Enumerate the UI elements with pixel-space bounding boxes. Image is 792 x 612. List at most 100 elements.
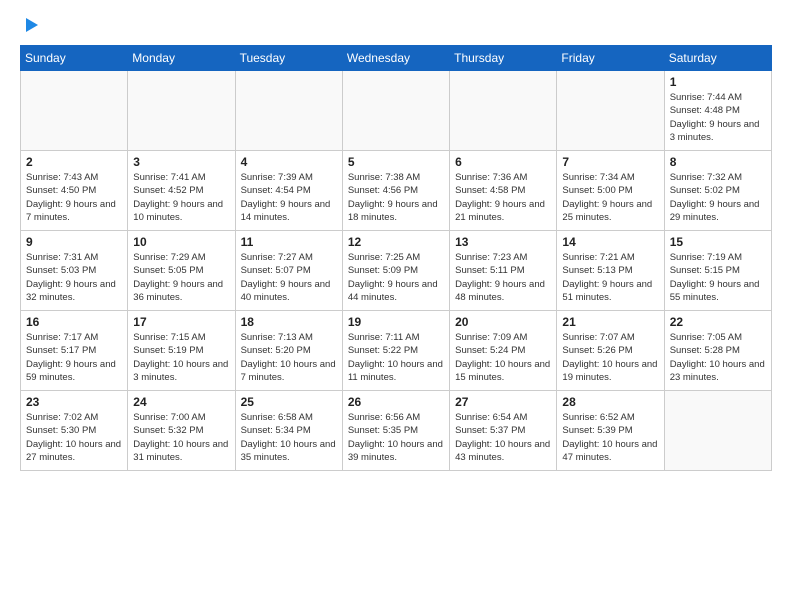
day-number: 2 [26,155,122,169]
calendar-week-row: 9 Sunrise: 7:31 AM Sunset: 5:03 PM Daylig… [21,231,772,311]
day-info: Sunrise: 7:44 AM Sunset: 4:48 PM Dayligh… [670,91,766,144]
calendar-cell: 19 Sunrise: 7:11 AM Sunset: 5:22 PM Dayli… [342,311,449,391]
calendar-week-row: 2 Sunrise: 7:43 AM Sunset: 4:50 PM Daylig… [21,151,772,231]
calendar-header-friday: Friday [557,46,664,71]
day-number: 25 [241,395,337,409]
calendar-cell: 6 Sunrise: 7:36 AM Sunset: 4:58 PM Daylig… [450,151,557,231]
day-info: Sunrise: 7:39 AM Sunset: 4:54 PM Dayligh… [241,171,337,224]
day-number: 7 [562,155,658,169]
header [20,16,772,35]
day-info: Sunrise: 7:29 AM Sunset: 5:05 PM Dayligh… [133,251,229,304]
calendar-cell: 1Sunrise: 7:44 AM Sunset: 4:48 PM Daylig… [664,71,771,151]
day-number: 6 [455,155,551,169]
day-info: Sunrise: 7:11 AM Sunset: 5:22 PM Dayligh… [348,331,444,384]
calendar-cell: 8 Sunrise: 7:32 AM Sunset: 5:02 PM Daylig… [664,151,771,231]
day-number: 27 [455,395,551,409]
calendar-week-row: 1Sunrise: 7:44 AM Sunset: 4:48 PM Daylig… [21,71,772,151]
day-number: 12 [348,235,444,249]
calendar-header-saturday: Saturday [664,46,771,71]
day-info: Sunrise: 7:07 AM Sunset: 5:26 PM Dayligh… [562,331,658,384]
logo [20,16,40,35]
day-info: Sunrise: 7:34 AM Sunset: 5:00 PM Dayligh… [562,171,658,224]
day-info: Sunrise: 7:02 AM Sunset: 5:30 PM Dayligh… [26,411,122,464]
calendar-cell: 24Sunrise: 7:00 AM Sunset: 5:32 PM Dayli… [128,391,235,471]
calendar-cell [21,71,128,151]
day-info: Sunrise: 7:38 AM Sunset: 4:56 PM Dayligh… [348,171,444,224]
day-info: Sunrise: 7:05 AM Sunset: 5:28 PM Dayligh… [670,331,766,384]
day-info: Sunrise: 7:17 AM Sunset: 5:17 PM Dayligh… [26,331,122,384]
calendar-cell: 17 Sunrise: 7:15 AM Sunset: 5:19 PM Dayli… [128,311,235,391]
calendar-header-sunday: Sunday [21,46,128,71]
calendar-cell [557,71,664,151]
day-info: Sunrise: 7:15 AM Sunset: 5:19 PM Dayligh… [133,331,229,384]
day-info: Sunrise: 7:41 AM Sunset: 4:52 PM Dayligh… [133,171,229,224]
page: SundayMondayTuesdayWednesdayThursdayFrid… [0,0,792,481]
calendar-header-monday: Monday [128,46,235,71]
calendar-week-row: 23 Sunrise: 7:02 AM Sunset: 5:30 PM Dayli… [21,391,772,471]
day-info: Sunrise: 7:00 AM Sunset: 5:32 PM Dayligh… [133,411,229,464]
logo-arrow-icon [22,16,40,34]
calendar-header-row: SundayMondayTuesdayWednesdayThursdayFrid… [21,46,772,71]
calendar-cell [128,71,235,151]
calendar-cell: 14Sunrise: 7:21 AM Sunset: 5:13 PM Dayli… [557,231,664,311]
day-info: Sunrise: 7:25 AM Sunset: 5:09 PM Dayligh… [348,251,444,304]
day-number: 5 [348,155,444,169]
calendar-week-row: 16 Sunrise: 7:17 AM Sunset: 5:17 PM Dayli… [21,311,772,391]
day-info: Sunrise: 7:23 AM Sunset: 5:11 PM Dayligh… [455,251,551,304]
calendar-header-wednesday: Wednesday [342,46,449,71]
calendar-cell: 22 Sunrise: 7:05 AM Sunset: 5:28 PM Dayli… [664,311,771,391]
day-number: 22 [670,315,766,329]
calendar-cell: 13 Sunrise: 7:23 AM Sunset: 5:11 PM Dayli… [450,231,557,311]
day-info: Sunrise: 7:19 AM Sunset: 5:15 PM Dayligh… [670,251,766,304]
calendar-cell: 10 Sunrise: 7:29 AM Sunset: 5:05 PM Dayli… [128,231,235,311]
day-info: Sunrise: 7:31 AM Sunset: 5:03 PM Dayligh… [26,251,122,304]
calendar-cell: 12 Sunrise: 7:25 AM Sunset: 5:09 PM Dayli… [342,231,449,311]
day-info: Sunrise: 7:32 AM Sunset: 5:02 PM Dayligh… [670,171,766,224]
calendar-cell: 5 Sunrise: 7:38 AM Sunset: 4:56 PM Daylig… [342,151,449,231]
day-number: 8 [670,155,766,169]
day-number: 10 [133,235,229,249]
calendar-cell: 15Sunrise: 7:19 AM Sunset: 5:15 PM Dayli… [664,231,771,311]
day-info: Sunrise: 7:21 AM Sunset: 5:13 PM Dayligh… [562,251,658,304]
calendar-cell: 25 Sunrise: 6:58 AM Sunset: 5:34 PM Dayli… [235,391,342,471]
day-number: 19 [348,315,444,329]
day-info: Sunrise: 7:43 AM Sunset: 4:50 PM Dayligh… [26,171,122,224]
calendar-cell: 2 Sunrise: 7:43 AM Sunset: 4:50 PM Daylig… [21,151,128,231]
calendar-cell: 3 Sunrise: 7:41 AM Sunset: 4:52 PM Daylig… [128,151,235,231]
day-number: 21 [562,315,658,329]
day-info: Sunrise: 7:09 AM Sunset: 5:24 PM Dayligh… [455,331,551,384]
calendar-cell: 11 Sunrise: 7:27 AM Sunset: 5:07 PM Dayli… [235,231,342,311]
day-info: Sunrise: 7:36 AM Sunset: 4:58 PM Dayligh… [455,171,551,224]
calendar-header-tuesday: Tuesday [235,46,342,71]
calendar-cell: 26 Sunrise: 6:56 AM Sunset: 5:35 PM Dayli… [342,391,449,471]
calendar-cell: 27 Sunrise: 6:54 AM Sunset: 5:37 PM Dayli… [450,391,557,471]
day-number: 13 [455,235,551,249]
calendar-cell: 4Sunrise: 7:39 AM Sunset: 4:54 PM Daylig… [235,151,342,231]
calendar-cell [664,391,771,471]
calendar-cell: 21 Sunrise: 7:07 AM Sunset: 5:26 PM Dayli… [557,311,664,391]
day-number: 16 [26,315,122,329]
day-info: Sunrise: 6:54 AM Sunset: 5:37 PM Dayligh… [455,411,551,464]
calendar-cell: 20 Sunrise: 7:09 AM Sunset: 5:24 PM Dayli… [450,311,557,391]
calendar-header-thursday: Thursday [450,46,557,71]
day-number: 3 [133,155,229,169]
day-number: 28 [562,395,658,409]
calendar-cell: 7 Sunrise: 7:34 AM Sunset: 5:00 PM Daylig… [557,151,664,231]
day-info: Sunrise: 6:52 AM Sunset: 5:39 PM Dayligh… [562,411,658,464]
day-number: 11 [241,235,337,249]
calendar-cell: 16 Sunrise: 7:17 AM Sunset: 5:17 PM Dayli… [21,311,128,391]
calendar-cell [235,71,342,151]
day-number: 26 [348,395,444,409]
day-number: 9 [26,235,122,249]
day-info: Sunrise: 6:58 AM Sunset: 5:34 PM Dayligh… [241,411,337,464]
calendar-cell: 28 Sunrise: 6:52 AM Sunset: 5:39 PM Dayli… [557,391,664,471]
day-number: 18 [241,315,337,329]
day-number: 23 [26,395,122,409]
calendar-cell [450,71,557,151]
day-info: Sunrise: 7:27 AM Sunset: 5:07 PM Dayligh… [241,251,337,304]
calendar-cell: 9 Sunrise: 7:31 AM Sunset: 5:03 PM Daylig… [21,231,128,311]
day-info: Sunrise: 7:13 AM Sunset: 5:20 PM Dayligh… [241,331,337,384]
day-number: 20 [455,315,551,329]
day-number: 17 [133,315,229,329]
day-info: Sunrise: 6:56 AM Sunset: 5:35 PM Dayligh… [348,411,444,464]
